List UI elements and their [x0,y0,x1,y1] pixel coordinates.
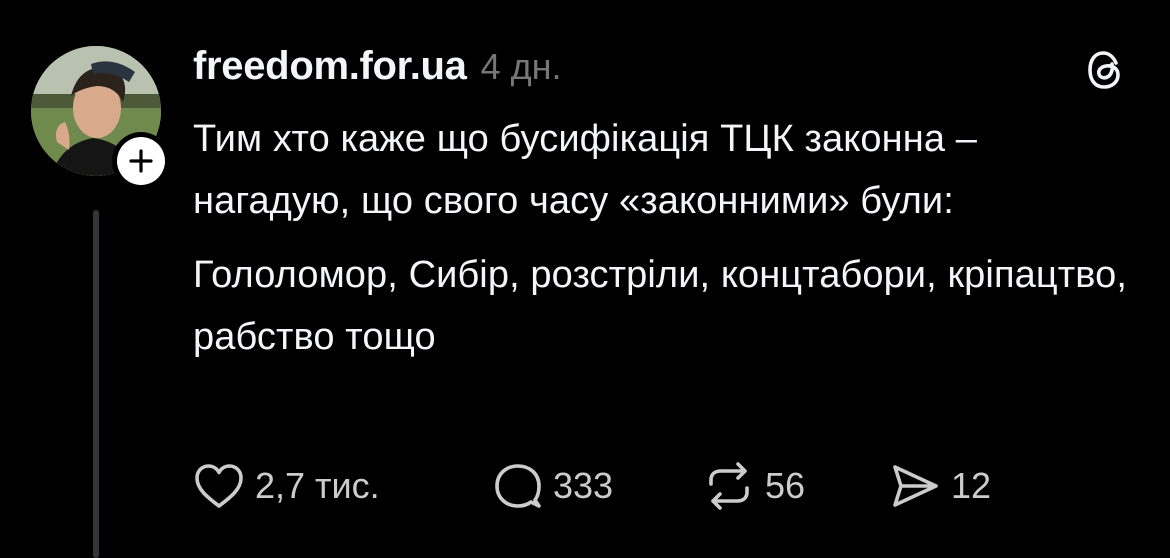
repost-icon [709,462,749,510]
reply-button[interactable]: 333 [493,462,703,510]
reply-count: 333 [553,465,614,506]
heart-icon [195,464,243,508]
post-header: freedom.for.ua 4 дн. [193,44,562,96]
repost-button[interactable]: 56 [703,462,889,510]
thread-line [93,210,99,558]
action-bar: 2,7 тис. 333 56 12 [193,458,991,514]
follow-button[interactable] [112,132,170,190]
follow-button-circle [117,137,165,185]
share-button[interactable]: 12 [889,462,991,510]
post-text: Тим хто каже що бусифікація ТЦК законна … [193,108,1143,368]
thread-post: freedom.for.ua 4 дн. Тим хто каже що бус… [0,0,1170,558]
post-timestamp: 4 дн. [480,46,562,87]
repost-count: 56 [765,465,806,506]
like-count: 2,7 тис. [255,465,380,506]
share-count: 12 [951,465,992,506]
like-button[interactable]: 2,7 тис. [193,462,493,510]
comment-icon [495,464,541,508]
post-paragraph: Тим хто каже що бусифікація ТЦК законна … [193,118,977,222]
post-paragraph: Гололомор, Сибір, розстріли, концтабори,… [193,254,1127,358]
threads-logo-icon[interactable] [1086,48,1126,92]
plus-icon [129,149,153,173]
author-username[interactable]: freedom.for.ua [193,44,467,89]
send-icon [893,465,938,507]
